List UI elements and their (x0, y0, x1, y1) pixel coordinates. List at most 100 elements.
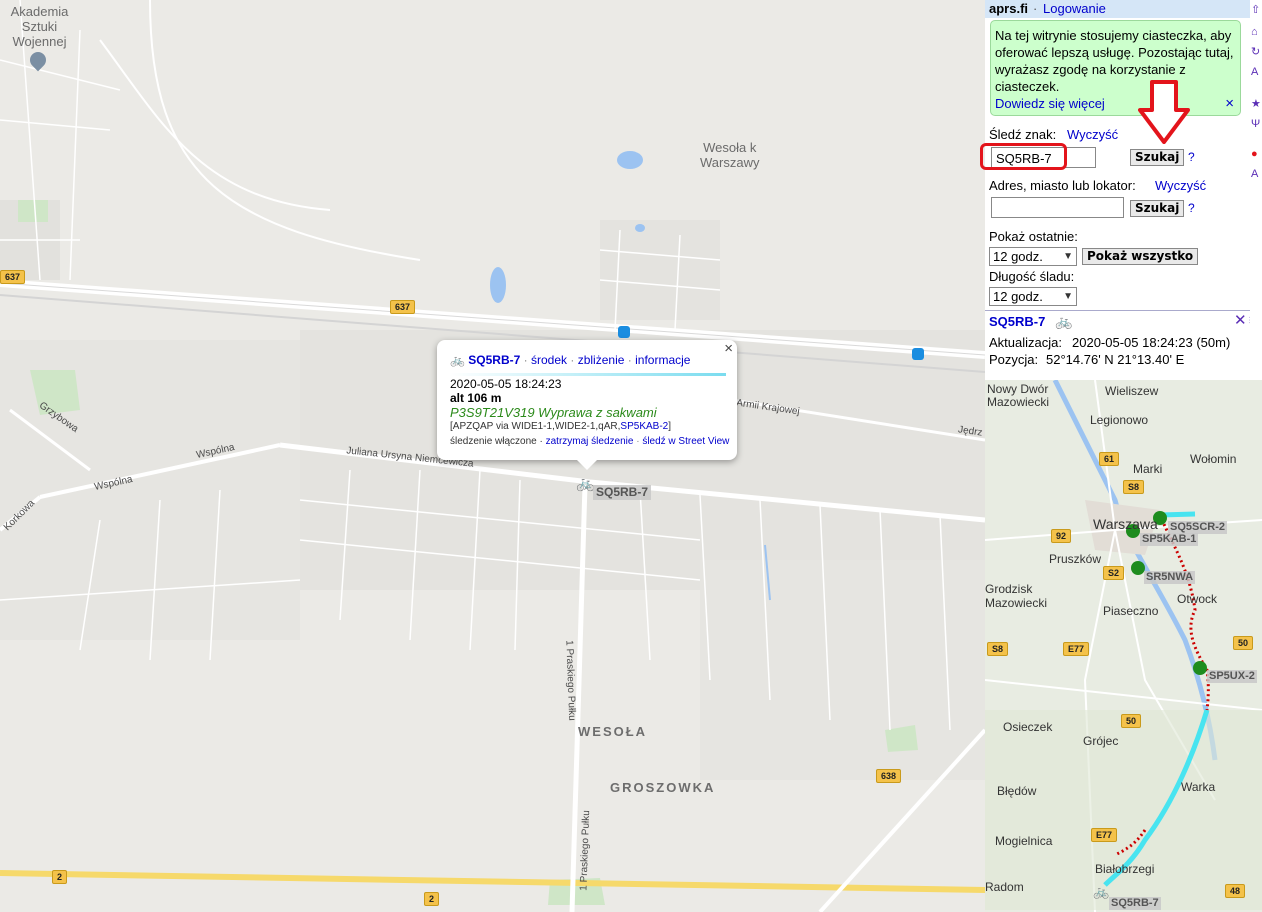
track-length-value: 12 godz. (993, 289, 1043, 304)
minimap-place: Warszawa (1093, 516, 1158, 532)
minimap-place: Warka (1181, 780, 1216, 794)
minimap-place: Legionowo (1090, 413, 1149, 427)
bicycle-icon: 🚲 (450, 353, 465, 367)
track-length-select[interactable]: 12 godz. ▼ (989, 287, 1077, 306)
center-link[interactable]: środek (531, 353, 567, 367)
annotation-arrow (1138, 80, 1190, 144)
zoom-link[interactable]: zbliżenie (578, 353, 625, 367)
minimap-place: Białobrzegi (1095, 862, 1155, 876)
site-title: aprs.fi (989, 1, 1029, 16)
road-shield: 2 (424, 892, 440, 906)
minimap-place: Mogielnica (995, 834, 1053, 848)
sidebar-header: aprs.fi · Logowanie (985, 0, 1250, 18)
minimap-station-tag[interactable]: SR5NWA (1144, 571, 1196, 584)
tree-icon[interactable]: Ψ (1251, 117, 1262, 131)
minimap-station-tag[interactable]: SP5UX-2 (1207, 670, 1257, 683)
popup-altitude: alt 106 m (450, 391, 502, 405)
cookie-notice: Na tej witrynie stosujemy ciasteczka, ab… (990, 20, 1241, 116)
close-icon[interactable]: ✕ (1234, 311, 1247, 329)
minimap-place: Piaseczno (1103, 604, 1159, 618)
district-label-groszowka: GROSZOWKA (610, 780, 716, 795)
bicycle-icon[interactable]: 🚲 (1093, 884, 1109, 900)
minimap-road-shield: 50 (1233, 636, 1254, 650)
popup-path-prefix: [APZQAP via WIDE1-1,WIDE2-1,qAR, (450, 421, 621, 432)
road-shield: 638 (876, 769, 902, 783)
minimap-road-shield: 61 (1099, 452, 1120, 466)
track-callsign-label: Śledź znak: (989, 127, 1057, 142)
info-link[interactable]: informacje (635, 353, 690, 367)
track-length-label: Długość śladu: (989, 269, 1075, 284)
station-tag[interactable]: SQ5RB-7 (593, 485, 652, 500)
minimap-road-shield: E77 (1063, 642, 1090, 656)
address-search-button[interactable]: Szukaj (1130, 200, 1185, 217)
minimap-road-shield: S8 (1123, 480, 1145, 494)
station-callsign-link[interactable]: SQ5RB-7 (989, 314, 1045, 329)
popup-comment: P3S9T21V319 Wyprawa z sakwami (450, 405, 657, 420)
popup-tracking: śledzenie włączone · zatrzymaj śledzenie… (450, 436, 730, 447)
cookie-learn-more-link[interactable]: Dowiedz się więcej (995, 96, 1105, 111)
main-map[interactable]: Akademia Sztuki Wojennej Wesoła k Warsza… (0, 0, 985, 912)
minimap-road-shield: 48 (1225, 884, 1246, 898)
station-popup: × 🚲 SQ5RB-7 · środek · zbliżenie · infor… (437, 340, 737, 470)
district-label-wesola: WESOŁA (578, 724, 648, 739)
minimap-road-shield: 92 (1051, 529, 1072, 543)
road-shield: 637 (0, 270, 26, 284)
popup-timestamp: 2020-05-05 18:24:23 (450, 377, 562, 391)
star-icon[interactable]: ★ (1251, 97, 1262, 111)
minimap-place: Grodzisk Mazowiecki (985, 582, 1048, 610)
minimap-place: Radom (985, 880, 1024, 894)
address-help-link[interactable]: ? (1188, 201, 1195, 215)
stop-tracking-link[interactable]: zatrzymaj śledzenie (546, 436, 634, 447)
minimap-station-tag[interactable]: SQ5RB-7 (1109, 897, 1161, 910)
divider (985, 310, 1250, 311)
text-icon[interactable]: A (1251, 167, 1262, 181)
minimap-road-shield: S8 (987, 642, 1009, 656)
street-view-link[interactable]: śledź w Street View (642, 436, 729, 447)
arrow-up-icon[interactable]: ⇧ (1251, 3, 1262, 17)
show-last-label: Pokaż ostatnie: (989, 229, 1078, 244)
show-all-button[interactable]: Pokaż wszystko (1082, 248, 1199, 265)
login-link[interactable]: Logowanie (1043, 1, 1106, 16)
overview-map[interactable]: Nowy Dwór Mazowiecki Wieliszew Legionowo… (985, 380, 1262, 912)
chevron-down-icon: ▼ (1063, 251, 1073, 262)
minimap-road-shield: 50 (1121, 714, 1142, 728)
minimap-station-tag[interactable]: SP5KAB-1 (1140, 533, 1199, 546)
road-shield: 2 (52, 870, 68, 884)
home-icon[interactable]: ⌂ (1251, 25, 1262, 39)
minimap-place: Otwock (1177, 592, 1218, 606)
minimap-road-shield: E77 (1091, 828, 1118, 842)
cookie-close-icon[interactable]: × (1225, 95, 1234, 112)
search-button[interactable]: Szukaj (1130, 149, 1185, 166)
minimap-place: Nowy Dwór Mazowiecki (987, 382, 1050, 409)
font-icon[interactable]: A (1251, 65, 1262, 79)
help-link[interactable]: ? (1188, 150, 1195, 164)
position-label: Pozycja: (989, 352, 1039, 367)
minimap-road-shield: S2 (1103, 566, 1125, 580)
place-label-akademia: Akademia Sztuki Wojennej (10, 4, 69, 49)
show-last-select[interactable]: 12 godz. ▼ (989, 247, 1077, 266)
refresh-icon[interactable]: ↻ (1251, 45, 1262, 59)
address-clear-link[interactable]: Wyczyść (1155, 178, 1206, 193)
chevron-down-icon: ▼ (1063, 291, 1073, 302)
bicycle-icon: 🚲 (1055, 313, 1073, 329)
popup-callsign-link[interactable]: SQ5RB-7 (468, 353, 520, 367)
close-icon[interactable]: × (724, 340, 733, 357)
bicycle-icon[interactable]: 🚲 (576, 474, 595, 492)
record-icon[interactable]: ● (1251, 147, 1262, 161)
road-shield: 637 (390, 300, 416, 314)
updated-value: 2020-05-05 18:24:23 (50m) (1072, 335, 1231, 350)
minimap-place: Osieczek (1003, 720, 1053, 734)
popup-header: 🚲 SQ5RB-7 · środek · zbliżenie · informa… (450, 353, 691, 367)
tracking-status: śledzenie włączone · (450, 436, 546, 447)
minimap-place: Pruszków (1049, 552, 1102, 566)
popup-separator (450, 373, 726, 376)
minimap-place: Wieliszew (1105, 384, 1159, 398)
popup-path-suffix: ] (668, 421, 672, 432)
track-clear-link[interactable]: Wyczyść (1067, 127, 1118, 142)
show-last-value: 12 godz. (993, 249, 1043, 264)
rail-station-icon (618, 326, 630, 338)
minimap-place: Błędów (997, 784, 1037, 798)
minimap-place: Wołomin (1190, 452, 1237, 466)
address-input[interactable] (991, 197, 1124, 218)
digipeater-link[interactable]: SP5KAB-2 (620, 421, 668, 432)
